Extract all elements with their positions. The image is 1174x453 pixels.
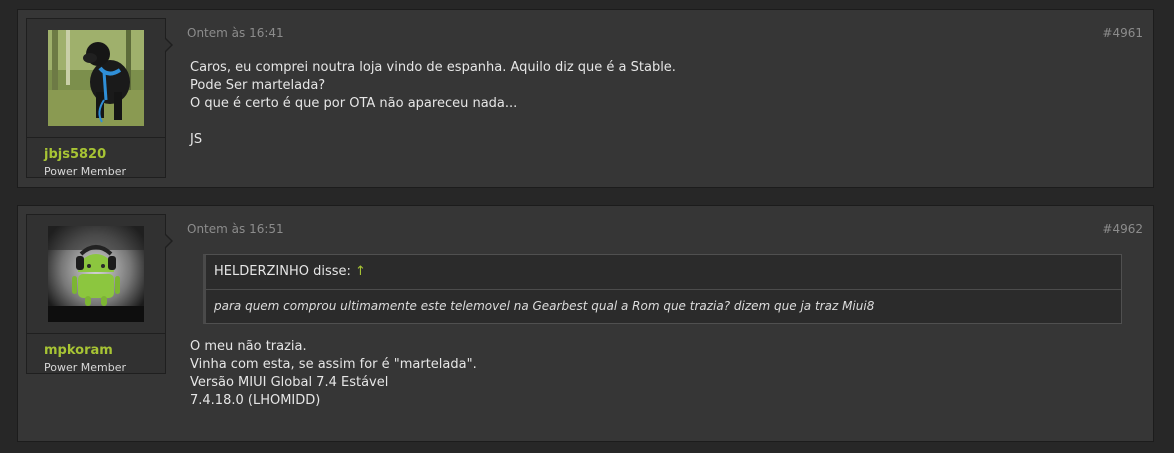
avatar-frame: [27, 215, 165, 334]
message-line: Vinha com esta, se assim for é "martelad…: [190, 357, 477, 372]
user-title: Power Member: [44, 165, 127, 178]
quote-author: HELDERZINHO disse:: [214, 264, 351, 279]
user-title: Power Member: [44, 361, 127, 374]
user-info-panel: jbjs5820 Power Member: [26, 18, 166, 178]
post-number-link[interactable]: #4962: [1102, 222, 1143, 236]
post-4961: jbjs5820 Power Member Ontem às 16:41 #49…: [17, 9, 1154, 188]
post-date[interactable]: Ontem às 16:51: [187, 222, 284, 236]
username-link[interactable]: mpkoram: [44, 343, 113, 358]
message-line: Versão MIUI Global 7.4 Estável: [190, 375, 389, 390]
message-line: O que é certo é que por OTA não apareceu…: [190, 96, 518, 111]
avatar[interactable]: [48, 226, 144, 322]
message-line: [190, 113, 676, 131]
quote-text: para quem comprou ultimamente este telem…: [214, 299, 875, 313]
quote-header: HELDERZINHO disse: ↑: [206, 255, 1121, 290]
android-avatar-image: [48, 226, 144, 322]
username-link[interactable]: jbjs5820: [44, 147, 106, 162]
speech-arrow: [164, 37, 173, 53]
user-info-panel: mpkoram Power Member: [26, 214, 166, 374]
post-date[interactable]: Ontem às 16:41: [187, 26, 284, 40]
quote-block: HELDERZINHO disse: ↑ para quem comprou u…: [203, 254, 1122, 324]
post-message: Caros, eu comprei noutra loja vindo de e…: [190, 59, 676, 149]
message-line: Pode Ser martelada?: [190, 78, 326, 93]
message-line: JS: [190, 132, 203, 147]
message-line: O meu não trazia.: [190, 339, 307, 354]
message-line: 7.4.18.0 (LHOMIDD): [190, 393, 321, 408]
message-line: Caros, eu comprei noutra loja vindo de e…: [190, 60, 676, 75]
avatar-frame: [27, 19, 165, 138]
post-number-link[interactable]: #4961: [1102, 26, 1143, 40]
post-message: O meu não trazia. Vinha com esta, se ass…: [190, 338, 477, 410]
speech-arrow: [164, 233, 173, 249]
jump-to-quote-icon[interactable]: ↑: [355, 264, 366, 279]
post-4962: mpkoram Power Member Ontem às 16:51 #496…: [17, 205, 1154, 442]
dog-avatar-image: [48, 30, 144, 126]
avatar[interactable]: [48, 30, 144, 126]
